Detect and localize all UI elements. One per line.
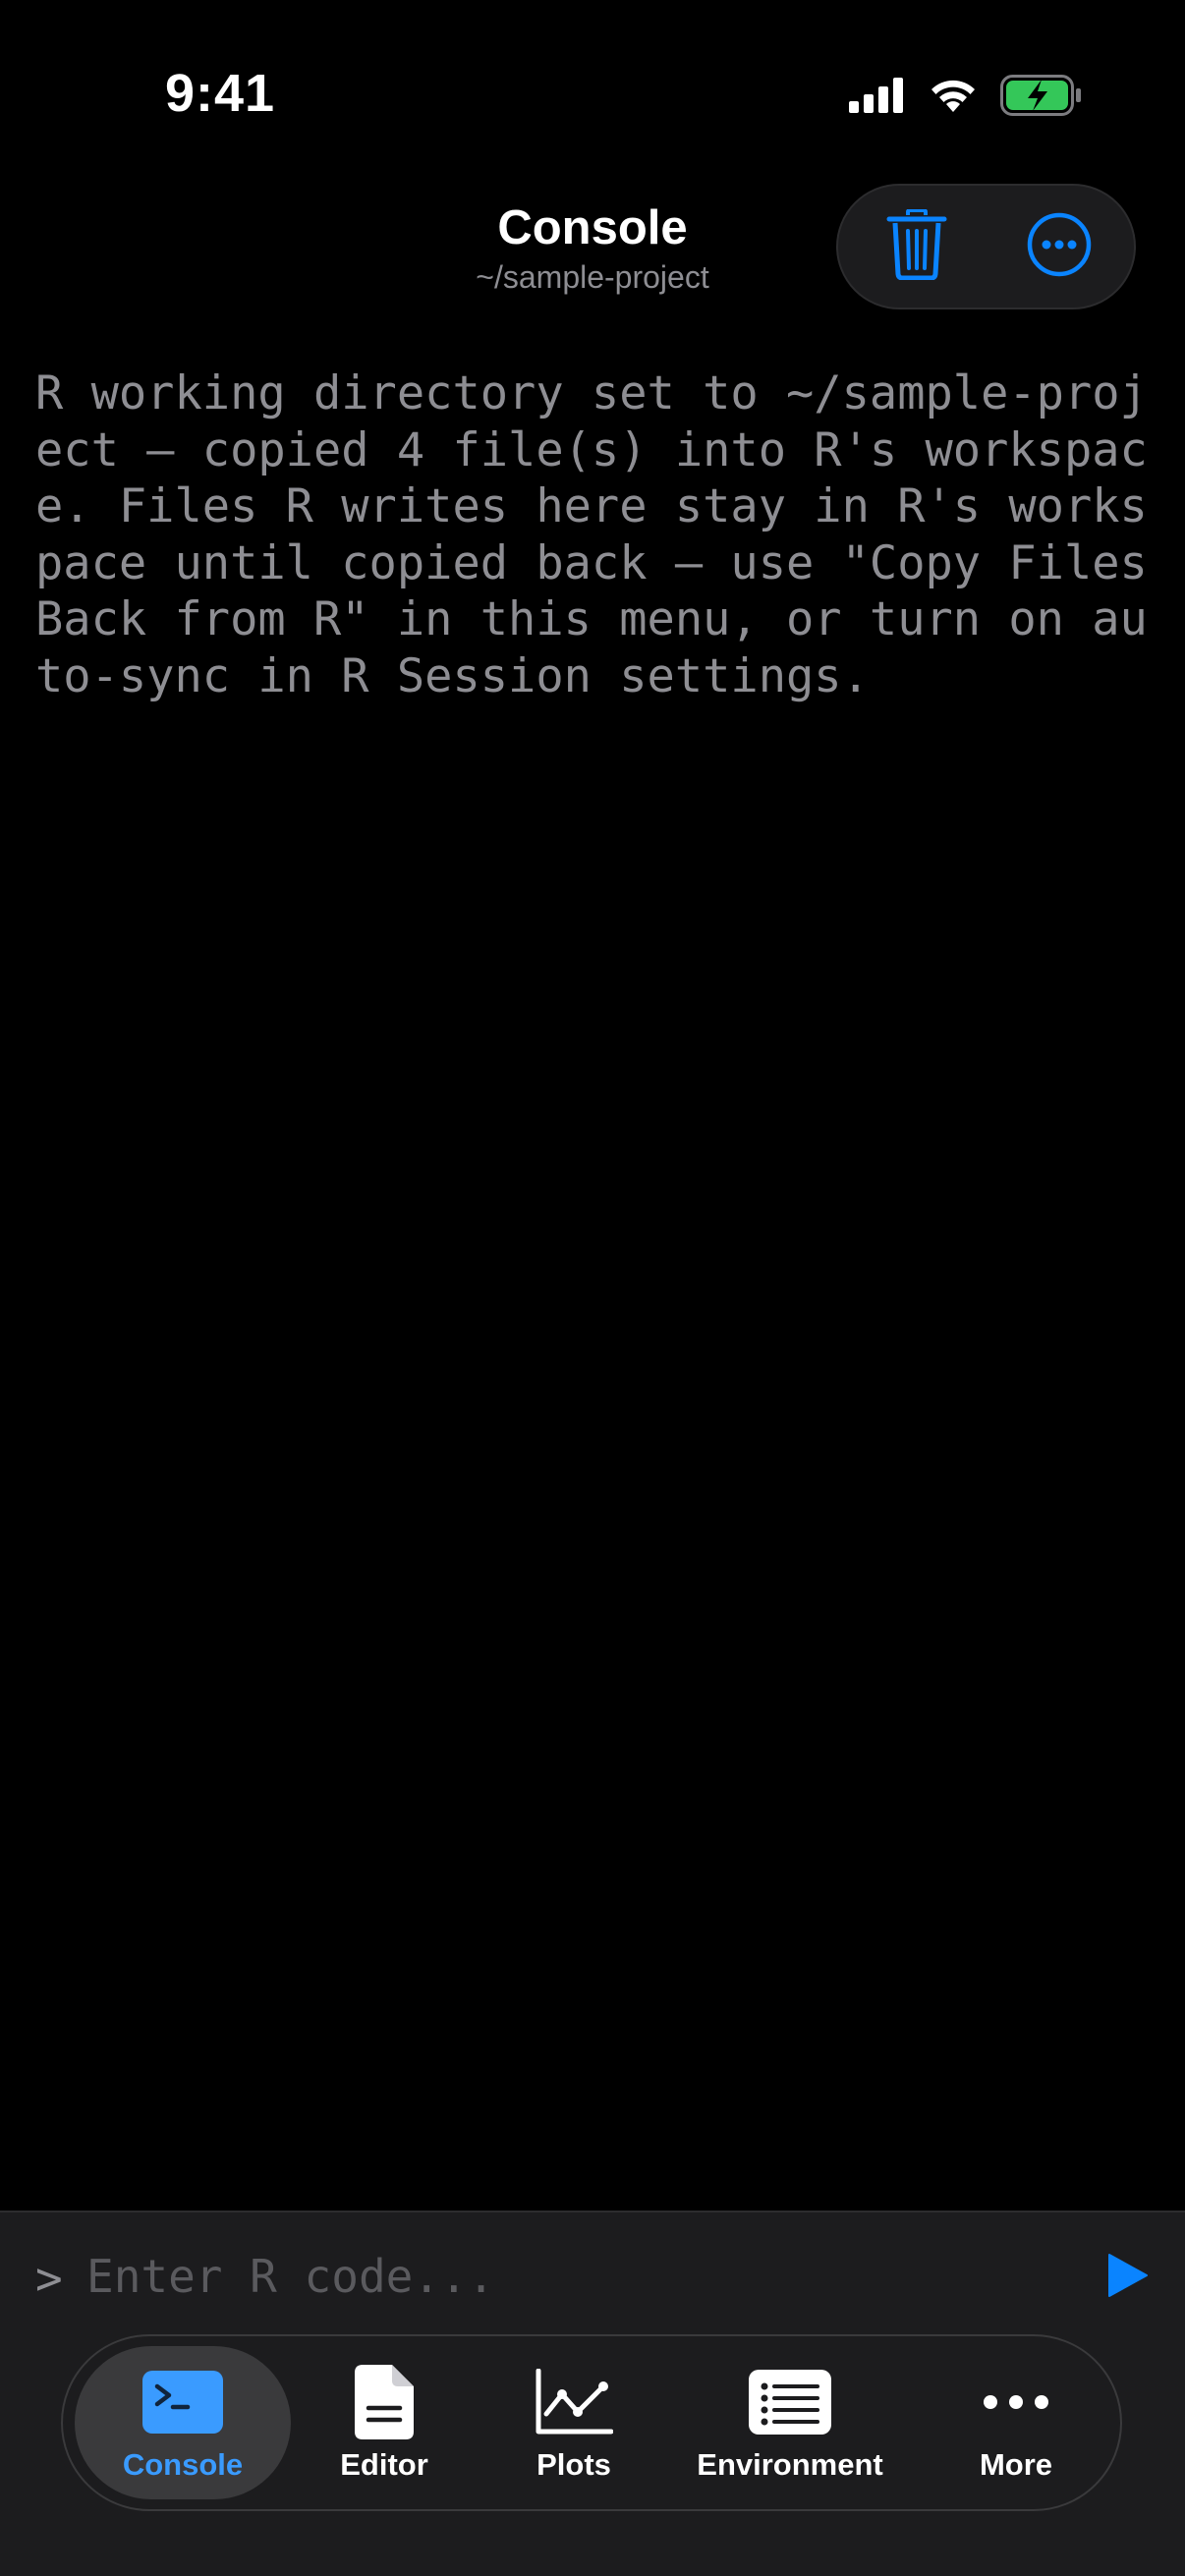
tab-console-label: Console: [122, 2447, 244, 2482]
tab-plots[interactable]: Plots: [495, 2346, 652, 2499]
tab-bar: Console Editor Plots Environment More: [61, 2334, 1122, 2511]
ellipsis-icon: [983, 2363, 1049, 2441]
more-options-button[interactable]: [990, 186, 1128, 308]
tab-more[interactable]: More: [928, 2346, 1104, 2499]
battery-charging-icon: [1000, 74, 1083, 121]
status-icons: [849, 74, 1083, 121]
console-output-text: R working directory set to ~/sample-proj…: [35, 366, 1176, 703]
trash-icon: [886, 207, 947, 285]
tab-editor[interactable]: Editor: [310, 2346, 458, 2499]
status-bar: 9:41: [0, 0, 1185, 187]
tab-editor-label: Editor: [340, 2447, 428, 2482]
tab-more-label: More: [979, 2447, 1053, 2482]
tab-environment[interactable]: Environment: [672, 2346, 908, 2499]
tab-console[interactable]: Console: [75, 2346, 291, 2499]
line-chart-icon: [535, 2363, 613, 2441]
terminal-icon: [142, 2363, 223, 2441]
play-icon: [1107, 2253, 1149, 2303]
status-time: 9:41: [165, 64, 276, 123]
document-icon: [355, 2363, 414, 2441]
r-code-input[interactable]: [86, 2242, 1079, 2311]
prompt-symbol: >: [35, 2252, 63, 2305]
tab-plots-label: Plots: [536, 2447, 611, 2482]
wifi-icon: [928, 77, 979, 119]
tab-environment-label: Environment: [697, 2447, 883, 2482]
run-code-button[interactable]: [1100, 2250, 1156, 2305]
ellipsis-circle-icon: [1026, 211, 1093, 283]
list-icon: [749, 2363, 831, 2441]
cellular-signal-icon: [849, 77, 906, 118]
toolbar-actions: [836, 184, 1136, 309]
clear-console-button[interactable]: [848, 186, 986, 308]
